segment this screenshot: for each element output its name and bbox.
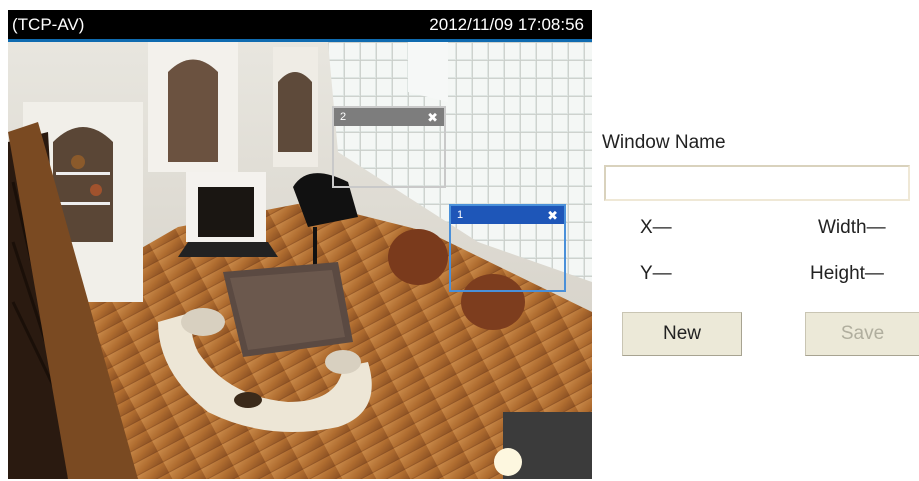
camera-view[interactable]: (TCP-AV) 2012/11/09 17:08:56 2 ✖ 1 ✖ xyxy=(8,10,592,479)
window-name-input[interactable] xyxy=(604,165,910,201)
close-icon[interactable]: ✖ xyxy=(547,209,558,222)
height-label: Height— xyxy=(810,263,884,284)
window-name-label: Window Name xyxy=(602,132,726,153)
window-settings-panel: Window Name X— Width— Y— Height— New Sav… xyxy=(600,120,919,380)
motion-window-2[interactable]: 2 ✖ xyxy=(332,106,446,188)
y-coordinate-label: Y— xyxy=(640,263,672,284)
close-icon[interactable]: ✖ xyxy=(427,111,438,124)
camera-header: (TCP-AV) 2012/11/09 17:08:56 xyxy=(8,10,592,42)
motion-window-2-titlebar[interactable]: 2 ✖ xyxy=(334,108,444,126)
motion-window-1-label: 1 xyxy=(457,209,464,221)
width-label: Width— xyxy=(818,217,886,238)
camera-label: (TCP-AV) xyxy=(12,14,85,34)
save-button[interactable]: Save xyxy=(805,312,919,356)
new-window-button[interactable]: New xyxy=(622,312,742,356)
motion-window-1[interactable]: 1 ✖ xyxy=(449,204,566,292)
camera-datetime: 2012/11/09 17:08:56 xyxy=(429,14,584,34)
motion-window-1-titlebar[interactable]: 1 ✖ xyxy=(451,206,564,224)
motion-window-2-label: 2 xyxy=(340,111,347,123)
x-coordinate-label: X— xyxy=(640,217,672,238)
